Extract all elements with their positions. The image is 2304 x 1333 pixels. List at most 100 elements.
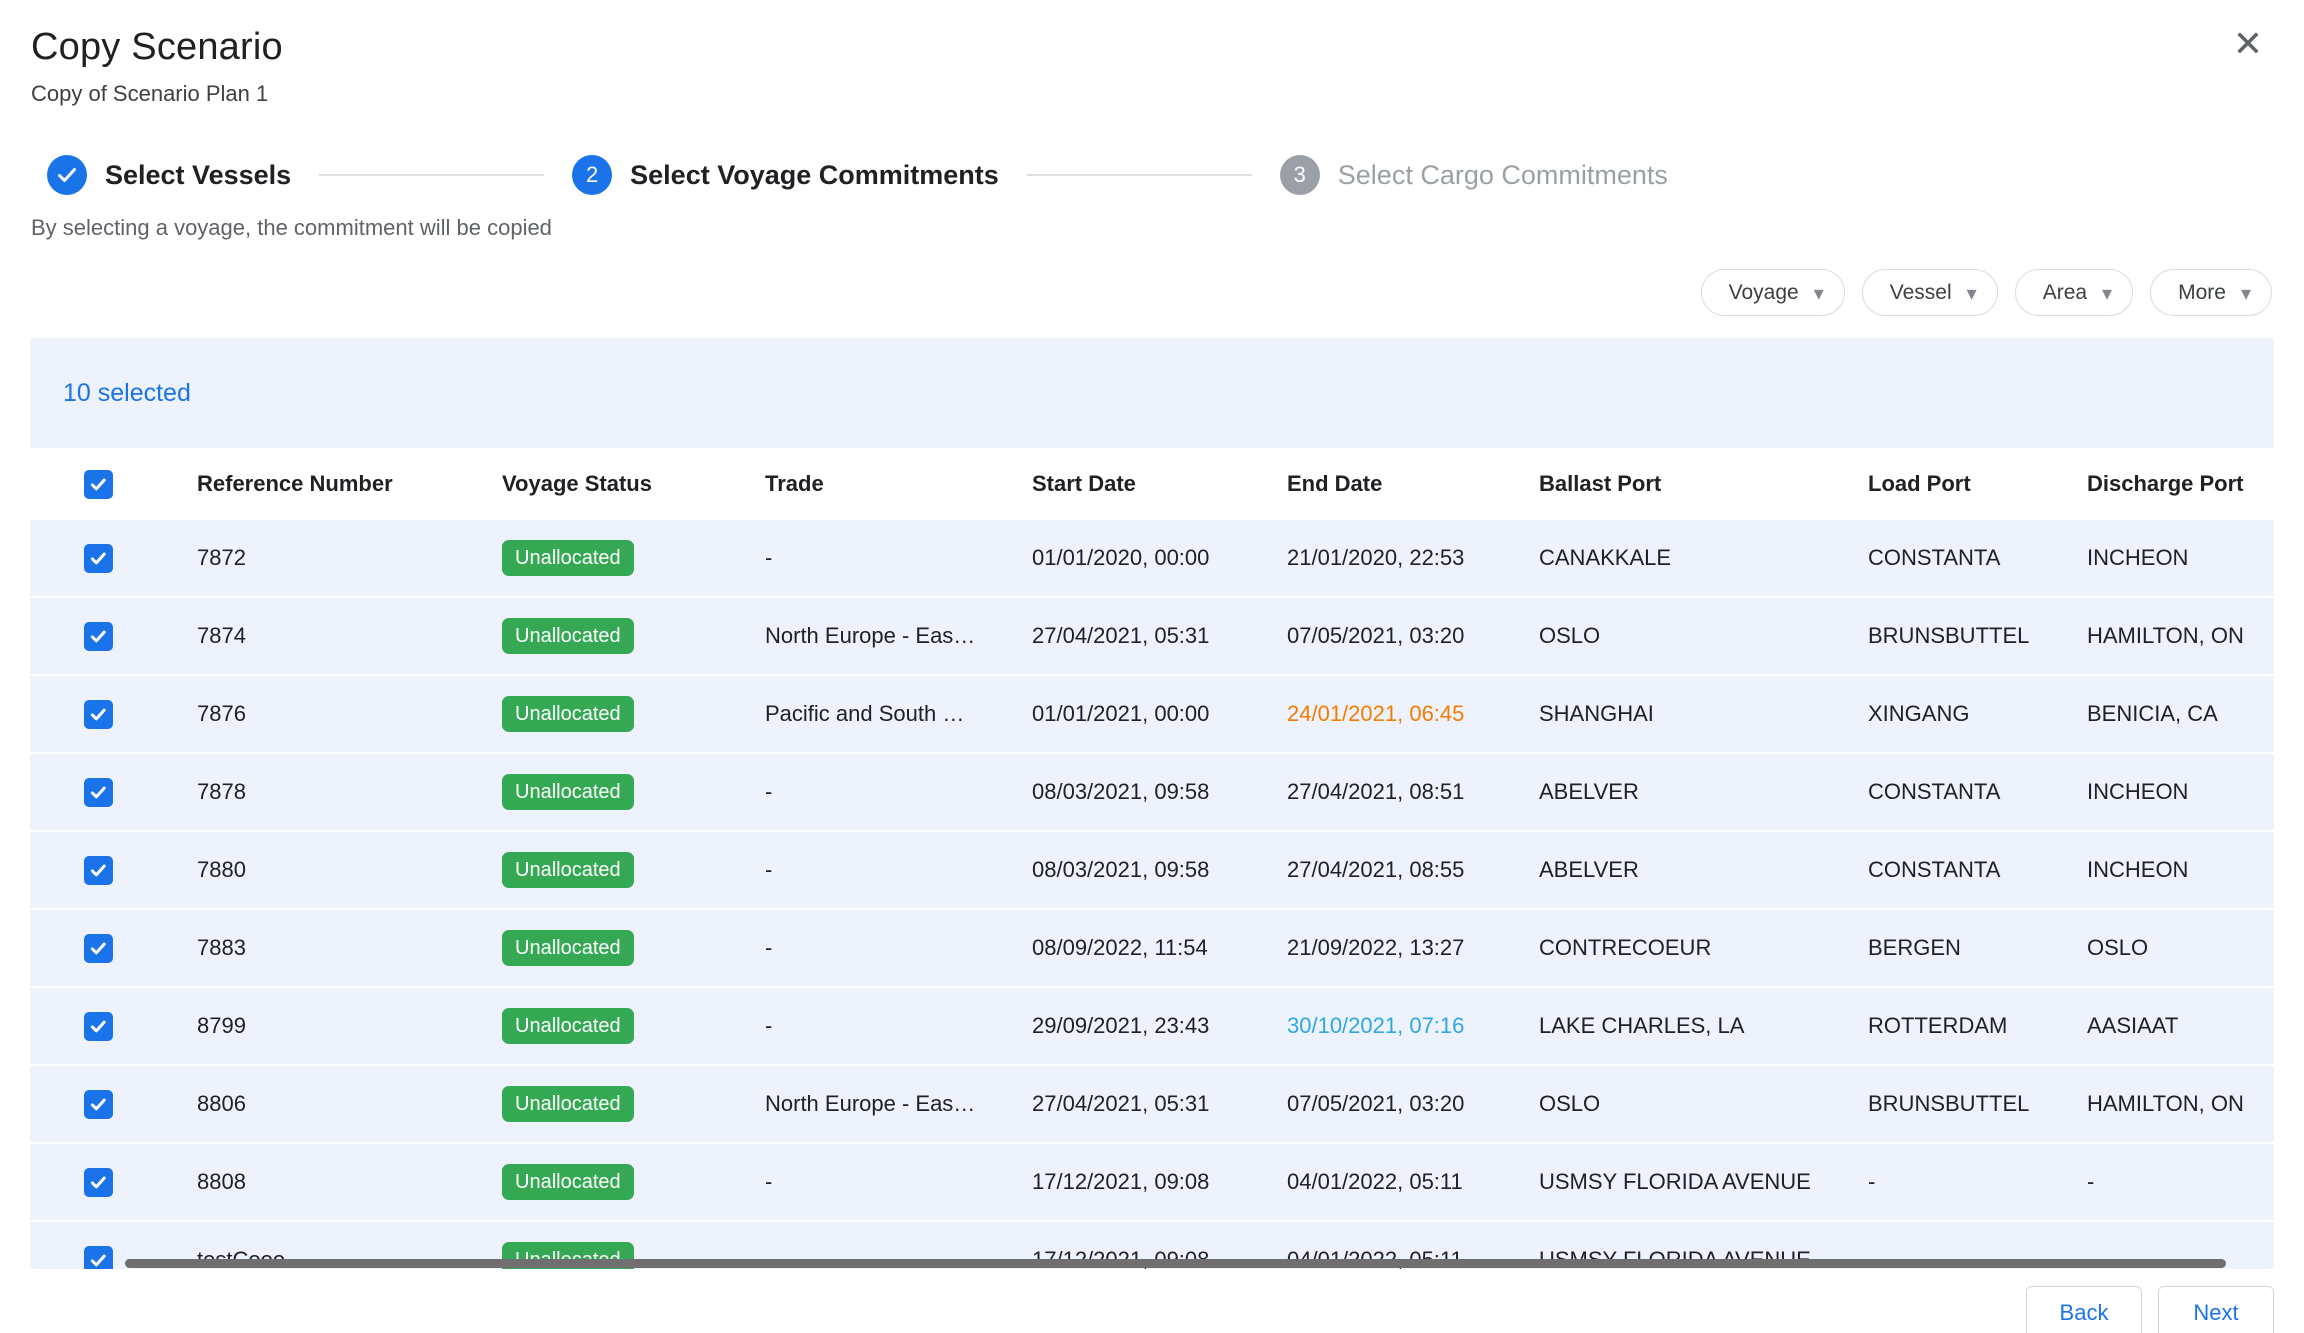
start-date-value: 08/09/2022, 11:54 [1032, 935, 1208, 960]
table-row[interactable]: 7874 Unallocated North Europe - Eas… 27/… [30, 598, 2274, 676]
discharge-port-cell: HAMILTON, ON [2056, 1091, 2274, 1117]
voyage-status-cell: Unallocated [471, 696, 734, 732]
start-date-value: 27/04/2021, 05:31 [1032, 623, 1209, 648]
reference-number-cell: 7878 [166, 779, 471, 805]
ballast-port-value: ABELVER [1539, 779, 1639, 804]
row-checkbox[interactable] [84, 544, 113, 573]
trade-cell: North Europe - Eas… [734, 623, 1001, 649]
load-port-value: BRUNSBUTTEL [1868, 623, 2029, 648]
column-header-ballast-port[interactable]: Ballast Port [1508, 471, 1837, 497]
ballast-port-value: SHANGHAI [1539, 701, 1654, 726]
row-checkbox-cell [30, 934, 166, 963]
table-row[interactable]: 7876 Unallocated Pacific and South … 01/… [30, 676, 2274, 754]
table-row[interactable]: 8806 Unallocated North Europe - Eas… 27/… [30, 1066, 2274, 1144]
load-port-cell: CONSTANTA [1837, 857, 2056, 883]
trade-value: - [765, 1169, 772, 1194]
load-port-cell: BRUNSBUTTEL [1837, 1091, 2056, 1117]
trade-value: Pacific and South … [765, 701, 964, 726]
table-row[interactable]: 7883 Unallocated - 08/09/2022, 11:54 21/… [30, 910, 2274, 988]
end-date-cell: 21/09/2022, 13:27 [1256, 935, 1508, 961]
next-button[interactable]: Next [2158, 1286, 2274, 1333]
select-all-checkbox[interactable] [84, 470, 113, 499]
row-checkbox[interactable] [84, 1090, 113, 1119]
column-header-end-date[interactable]: End Date [1256, 471, 1508, 497]
column-header-voyage-status[interactable]: Voyage Status [471, 471, 734, 497]
close-icon[interactable]: ✕ [2226, 22, 2270, 66]
trade-cell: North Europe - Eas… [734, 1091, 1001, 1117]
discharge-port-value: HAMILTON, ON [2087, 1091, 2244, 1116]
status-badge: Unallocated [502, 1008, 634, 1044]
stepper: Select Vessels 2 Select Voyage Commitmen… [0, 155, 2304, 195]
table-row[interactable]: 7872 Unallocated - 01/01/2020, 00:00 21/… [30, 520, 2274, 598]
voyage-commitments-panel: 10 selected Reference Number Voyage Stat… [30, 338, 2274, 1269]
column-header-load-port[interactable]: Load Port [1837, 471, 2056, 497]
status-badge: Unallocated [502, 1164, 634, 1200]
horizontal-scrollbar[interactable] [125, 1259, 2226, 1268]
table-row[interactable]: 7880 Unallocated - 08/03/2021, 09:58 27/… [30, 832, 2274, 910]
end-date-cell: 21/01/2020, 22:53 [1256, 545, 1508, 571]
filter-area-button[interactable]: Area ▾ [2015, 269, 2133, 316]
reference-number-value: 8806 [197, 1091, 246, 1116]
discharge-port-value: BENICIA, CA [2087, 701, 2218, 726]
discharge-port-value: HAMILTON, ON [2087, 623, 2244, 648]
filter-more-button[interactable]: More ▾ [2150, 269, 2272, 316]
ballast-port-cell: CONTRECOEUR [1508, 935, 1837, 961]
column-header-reference-number[interactable]: Reference Number [166, 471, 471, 497]
column-header-discharge-port[interactable]: Discharge Port [2056, 471, 2274, 497]
status-badge: Unallocated [502, 774, 634, 810]
end-date-cell: 07/05/2021, 03:20 [1256, 1091, 1508, 1117]
load-port-value: CONSTANTA [1868, 779, 2000, 804]
row-checkbox[interactable] [84, 856, 113, 885]
step-select-vessels[interactable]: Select Vessels [47, 155, 291, 195]
row-checkbox[interactable] [84, 778, 113, 807]
filter-voyage-button[interactable]: Voyage ▾ [1701, 269, 1845, 316]
load-port-value: BERGEN [1868, 935, 1961, 960]
end-date-cell: 07/05/2021, 03:20 [1256, 623, 1508, 649]
start-date-value: 08/03/2021, 09:58 [1032, 857, 1209, 882]
column-header-start-date[interactable]: Start Date [1001, 471, 1256, 497]
end-date-value: 27/04/2021, 08:51 [1287, 779, 1464, 804]
back-button[interactable]: Back [2026, 1286, 2142, 1333]
stepper-helper-text: By selecting a voyage, the commitment wi… [31, 215, 2304, 241]
table-row[interactable]: 7878 Unallocated - 08/03/2021, 09:58 27/… [30, 754, 2274, 832]
end-date-value: 04/01/2022, 05:11 [1287, 1169, 1463, 1194]
status-badge: Unallocated [502, 540, 634, 576]
row-checkbox[interactable] [84, 622, 113, 651]
row-checkbox[interactable] [84, 1246, 113, 1270]
step-select-cargo-commitments[interactable]: 3 Select Cargo Commitments [1280, 155, 1668, 195]
filter-more-label: More [2178, 281, 2226, 305]
table-row[interactable]: 8808 Unallocated - 17/12/2021, 09:08 04/… [30, 1144, 2274, 1222]
discharge-port-cell: AASIAAT [2056, 1013, 2274, 1039]
table-body: 7872 Unallocated - 01/01/2020, 00:00 21/… [30, 520, 2274, 1269]
row-checkbox-cell [30, 856, 166, 885]
reference-number-cell: 7876 [166, 701, 471, 727]
column-header-trade[interactable]: Trade [734, 471, 1001, 497]
start-date-cell: 08/09/2022, 11:54 [1001, 935, 1256, 961]
modal-header: Copy Scenario Copy of Scenario Plan 1 ✕ [0, 0, 2304, 107]
load-port-cell: BRUNSBUTTEL [1837, 623, 2056, 649]
status-badge: Unallocated [502, 852, 634, 888]
reference-number-cell: 7872 [166, 545, 471, 571]
header-checkbox-cell [30, 470, 166, 499]
step-select-voyage-commitments[interactable]: 2 Select Voyage Commitments [572, 155, 999, 195]
voyage-status-cell: Unallocated [471, 1164, 734, 1200]
row-checkbox[interactable] [84, 1168, 113, 1197]
discharge-port-cell: INCHEON [2056, 857, 2274, 883]
row-checkbox[interactable] [84, 1012, 113, 1041]
row-checkbox-cell [30, 622, 166, 651]
discharge-port-value: INCHEON [2087, 779, 2188, 804]
filter-vessel-button[interactable]: Vessel ▾ [1862, 269, 1998, 316]
load-port-value: CONSTANTA [1868, 545, 2000, 570]
row-checkbox[interactable] [84, 700, 113, 729]
row-checkbox-cell [30, 544, 166, 573]
chevron-down-icon: ▾ [2102, 284, 2112, 304]
table-row[interactable]: 8799 Unallocated - 29/09/2021, 23:43 30/… [30, 988, 2274, 1066]
voyage-status-cell: Unallocated [471, 618, 734, 654]
reference-number-value: 8799 [197, 1013, 246, 1038]
ballast-port-value: CONTRECOEUR [1539, 935, 1711, 960]
step3-number: 3 [1280, 155, 1320, 195]
filter-area-label: Area [2043, 281, 2087, 305]
end-date-cell: 30/10/2021, 07:16 [1256, 1013, 1508, 1039]
reference-number-value: 7874 [197, 623, 246, 648]
row-checkbox[interactable] [84, 934, 113, 963]
